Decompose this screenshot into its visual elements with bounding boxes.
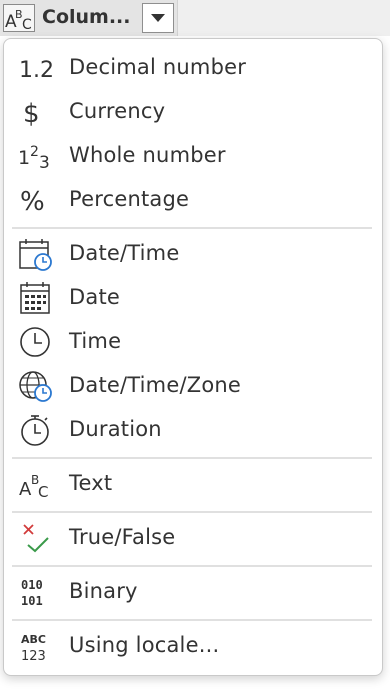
svg-text:ABC: ABC bbox=[21, 633, 46, 646]
menu-item-label: Whole number bbox=[69, 143, 226, 167]
menu-item-label: True/False bbox=[69, 525, 176, 549]
svg-text:1.2: 1.2 bbox=[19, 58, 54, 83]
svg-text:C: C bbox=[38, 483, 48, 501]
menu-item-label: Using locale... bbox=[69, 633, 220, 657]
menu-item-using-locale[interactable]: ABC 123 Using locale... bbox=[4, 624, 382, 668]
menu-item-label: Decimal number bbox=[69, 55, 247, 79]
menu-item-currency[interactable]: $ Currency bbox=[4, 90, 382, 134]
menu-item-label: Time bbox=[69, 329, 122, 353]
true-false-icon bbox=[18, 521, 54, 555]
menu-item-label: Date/Time bbox=[69, 241, 180, 265]
svg-text:2: 2 bbox=[30, 144, 39, 160]
svg-text:123: 123 bbox=[21, 649, 46, 663]
menu-item-percentage[interactable]: % Percentage bbox=[4, 178, 382, 222]
menu-separator bbox=[12, 457, 372, 459]
menu-item-binary[interactable]: 010 101 Binary bbox=[4, 570, 382, 614]
menu-separator bbox=[12, 511, 372, 513]
menu-separator bbox=[12, 619, 372, 621]
duration-icon bbox=[18, 413, 54, 447]
svg-text:101: 101 bbox=[21, 594, 43, 608]
triangle-down-icon bbox=[151, 14, 165, 22]
svg-text:C: C bbox=[22, 17, 32, 31]
datetimezone-icon bbox=[18, 369, 54, 403]
decimal-icon: 1.2 bbox=[18, 51, 54, 85]
whole-number-icon: 1 2 3 bbox=[18, 139, 54, 173]
menu-item-date-time-zone[interactable]: Date/Time/Zone bbox=[4, 364, 382, 408]
date-icon bbox=[18, 281, 54, 315]
column-dropdown-button[interactable] bbox=[142, 3, 174, 33]
menu-item-label: Date/Time/Zone bbox=[69, 373, 241, 397]
menu-item-label: Percentage bbox=[69, 187, 190, 211]
menu-item-label: Currency bbox=[69, 99, 166, 123]
menu-item-text[interactable]: A B C Text bbox=[4, 462, 382, 506]
column-header[interactable]: A B C Colum... bbox=[0, 0, 178, 36]
menu-item-label: Duration bbox=[69, 417, 162, 441]
svg-text:$: $ bbox=[23, 99, 40, 129]
currency-icon: $ bbox=[18, 95, 54, 129]
menu-item-date-time[interactable]: Date/Time bbox=[4, 232, 382, 276]
menu-item-label: Text bbox=[69, 471, 113, 495]
svg-text:3: 3 bbox=[39, 153, 50, 173]
column-title: Colum... bbox=[42, 6, 131, 28]
menu-item-whole-number[interactable]: 1 2 3 Whole number bbox=[4, 134, 382, 178]
binary-icon: 010 101 bbox=[18, 575, 54, 609]
svg-text:010: 010 bbox=[21, 578, 43, 592]
menu-item-true-false[interactable]: True/False bbox=[4, 516, 382, 560]
percentage-icon: % bbox=[18, 183, 54, 217]
menu-item-date[interactable]: Date bbox=[4, 276, 382, 320]
svg-text:%: % bbox=[20, 187, 45, 217]
time-icon bbox=[18, 325, 54, 359]
svg-text:1: 1 bbox=[18, 147, 30, 169]
menu-separator bbox=[12, 565, 372, 567]
datetime-icon bbox=[18, 237, 54, 271]
menu-separator bbox=[12, 227, 372, 229]
menu-item-decimal-number[interactable]: 1.2 Decimal number bbox=[4, 46, 382, 90]
menu-item-time[interactable]: Time bbox=[4, 320, 382, 364]
menu-item-label: Binary bbox=[69, 579, 138, 603]
menu-item-duration[interactable]: Duration bbox=[4, 408, 382, 452]
menu-item-label: Date bbox=[69, 285, 120, 309]
data-type-menu: 1.2 Decimal number $ Currency 1 2 3 Whol… bbox=[3, 38, 383, 676]
text-icon: A B C bbox=[18, 467, 54, 501]
abc-text-type-icon[interactable]: A B C bbox=[3, 4, 35, 33]
locale-icon: ABC 123 bbox=[18, 629, 54, 664]
